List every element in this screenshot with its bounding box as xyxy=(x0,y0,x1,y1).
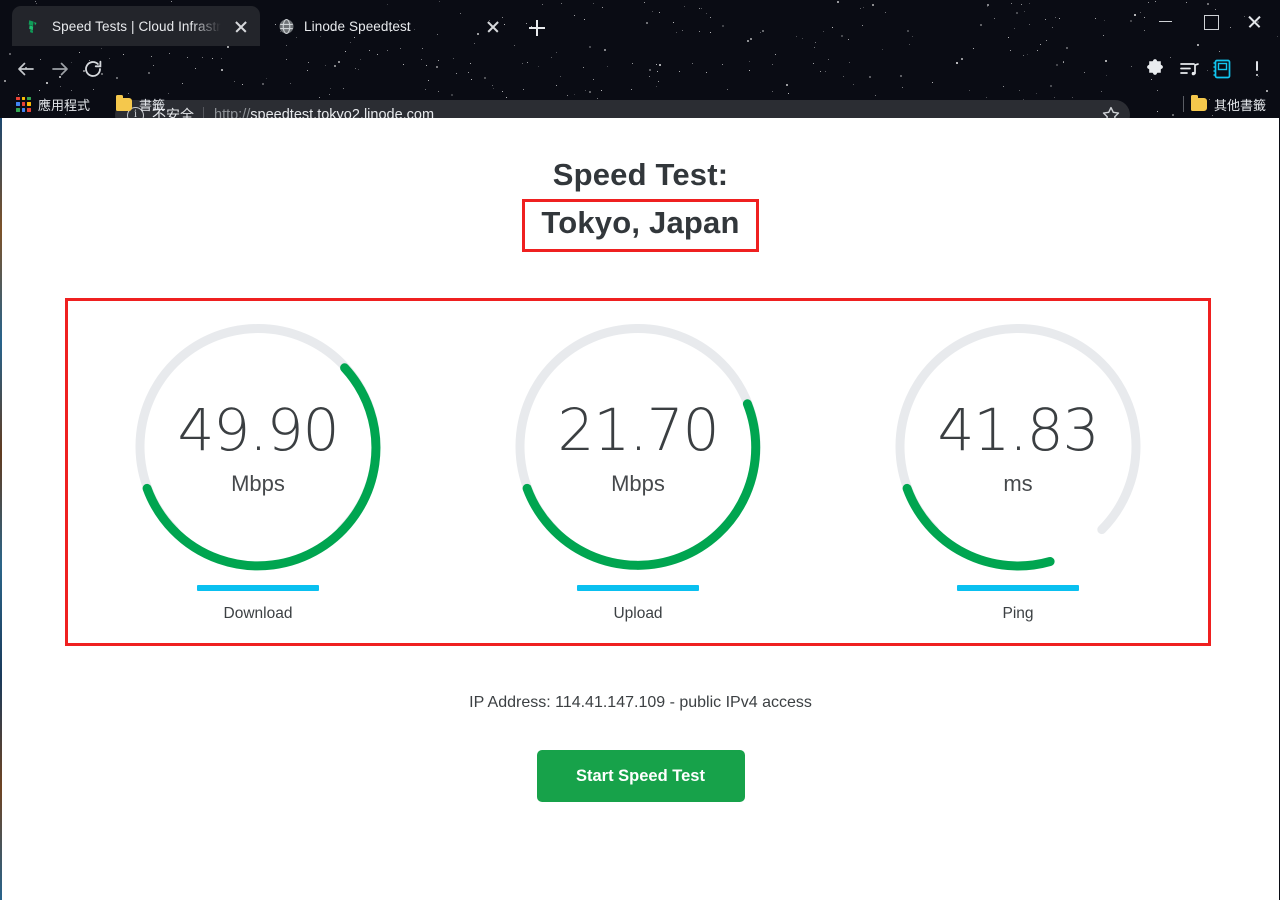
gauge-unit: ms xyxy=(1003,471,1033,496)
folder-icon xyxy=(1190,94,1207,111)
window-maximize-button[interactable] xyxy=(1188,6,1232,36)
window-close-button[interactable] xyxy=(1232,6,1276,36)
close-tab-icon[interactable] xyxy=(230,15,252,37)
reload-button[interactable] xyxy=(79,55,107,83)
gauge-upload: 21.70 Mbps Upload xyxy=(448,301,828,643)
gauges-panel: 49.90 Mbps Download 21.70 Mbps Upload 41… xyxy=(65,298,1211,646)
linode-leaf-icon xyxy=(26,18,43,35)
other-bookmarks[interactable]: 其他書籤 xyxy=(1187,93,1270,115)
gauge-underline-bar xyxy=(577,585,699,591)
gauge-label: Upload xyxy=(613,605,663,622)
bookmark-label: 書籤 xyxy=(139,97,166,113)
gauge-value: 49.90 xyxy=(177,396,339,464)
gauge-download: 49.90 Mbps Download xyxy=(68,301,448,643)
gauge-unit: Mbps xyxy=(231,471,285,496)
page-viewport: Speed Test: Tokyo, Japan 49.90 Mbps Down… xyxy=(2,118,1279,900)
back-button[interactable] xyxy=(12,55,40,83)
puzzle-icon[interactable] xyxy=(1142,56,1168,82)
folder-icon xyxy=(116,94,132,111)
playlist-icon[interactable] xyxy=(1176,56,1202,82)
gauge-underline-bar xyxy=(957,585,1079,591)
gauge-label: Download xyxy=(223,605,293,622)
bookmarks-bar: 應用程式 書籤 其他書籤 xyxy=(0,90,1280,118)
bookmark-folder[interactable]: 書籤 xyxy=(112,93,169,115)
tab-strip: Speed Tests | Cloud Infrastructu Linode … xyxy=(0,0,1280,46)
apps-grid-icon xyxy=(16,96,31,112)
tab-linode-speedtest[interactable]: Linode Speedtest xyxy=(264,6,512,46)
gauge-dial: 49.90 Mbps xyxy=(123,313,393,573)
forward-button[interactable] xyxy=(46,55,74,83)
tab-title: Speed Tests | Cloud Infrastructu xyxy=(52,18,221,34)
gauge-ping: 41.83 ms Ping xyxy=(828,301,1208,643)
start-speed-test-button[interactable]: Start Speed Test xyxy=(536,750,745,802)
gauge-underline-bar xyxy=(197,585,319,591)
browser-window: Speed Tests | Cloud Infrastructu Linode … xyxy=(0,0,1280,900)
browser-toolbar: 不安全 http://speedtest.tokyo2.linode.com xyxy=(0,46,1280,130)
gauge-value: 41.83 xyxy=(937,396,1099,464)
page-title: Speed Test: xyxy=(552,157,729,192)
new-tab-button[interactable] xyxy=(524,15,550,41)
window-minimize-button[interactable] xyxy=(1144,6,1188,36)
bookmark-label: 應用程式 xyxy=(38,97,91,113)
other-bookmarks-label: 其他書籤 xyxy=(1213,97,1266,113)
gauge-value: 21.70 xyxy=(557,396,719,464)
close-tab-icon[interactable] xyxy=(482,15,504,37)
ip-address-text: IP Address: 114.41.147.109 - public IPv4… xyxy=(469,694,812,711)
chrome-menu-icon[interactable] xyxy=(1244,56,1270,82)
gauge-label: Ping xyxy=(1002,605,1034,622)
gauge-dial: 21.70 Mbps xyxy=(503,313,773,573)
gauge-unit: Mbps xyxy=(611,471,665,496)
bookmark-apps[interactable]: 應用程式 xyxy=(12,93,94,115)
globe-icon xyxy=(278,18,295,35)
gauge-dial: 41.83 ms xyxy=(883,313,1153,573)
tab-title: Linode Speedtest xyxy=(304,18,411,34)
kj-extension-icon[interactable] xyxy=(1210,56,1236,82)
location-wrapper: Tokyo, Japan xyxy=(2,198,1279,252)
tab-speed-tests[interactable]: Speed Tests | Cloud Infrastructu xyxy=(12,6,260,46)
location-highlight: Tokyo, Japan xyxy=(522,198,759,252)
bookmarks-divider xyxy=(1183,96,1184,112)
